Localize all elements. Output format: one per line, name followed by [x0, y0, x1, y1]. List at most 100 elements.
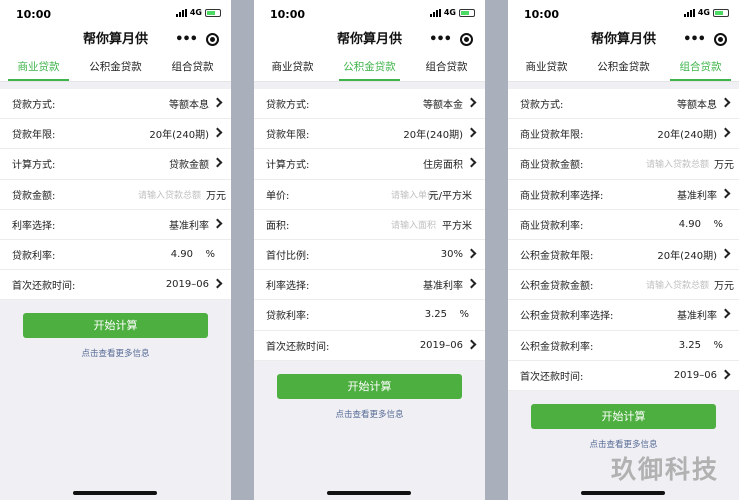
- form-row[interactable]: 贷款方式: 等额本息: [0, 89, 231, 120]
- chevron-right-icon: [466, 127, 477, 138]
- tab-provident-fund[interactable]: 公积金贷款: [77, 52, 154, 81]
- form-row[interactable]: 公积金贷款金额: 请输入贷款总额 万元: [508, 270, 739, 301]
- phone-screen-provident-fund: 10:00 4G 帮你算月供 ••• 商业贷款 公积金贷款 组合贷款 贷款方式: 等额本金 贷款年…: [254, 0, 485, 500]
- row-value: 基准利率: [677, 311, 717, 323]
- percent-label: %: [459, 309, 469, 321]
- more-icon[interactable]: •••: [683, 28, 706, 52]
- amount-input[interactable]: 请输入贷款总额: [646, 157, 709, 170]
- unit-label: 平方米: [442, 220, 472, 232]
- status-time: 10:00: [16, 8, 52, 21]
- form-row[interactable]: 贷款方式: 等额本息: [508, 89, 739, 120]
- form-row[interactable]: 公积金贷款年限: 20年(240期): [508, 240, 739, 271]
- close-target-icon[interactable]: [714, 33, 727, 46]
- phone-screen-commercial: 10:00 4G 帮你算月供 ••• 商业贷款 公积金贷款 组合贷款 贷款方式: 等额本息 贷款年…: [0, 0, 231, 500]
- home-indicator: [327, 491, 411, 495]
- row-label: 商业贷款利率:: [520, 220, 584, 232]
- row-value: 2019–06: [165, 279, 209, 291]
- form-row[interactable]: 商业贷款金额: 请输入贷款总额 万元: [508, 149, 739, 180]
- tab-provident-fund[interactable]: 公积金贷款: [331, 52, 408, 81]
- more-info-link[interactable]: 点击查看更多信息: [0, 347, 231, 359]
- form-row[interactable]: 利率选择: 基准利率: [0, 210, 231, 240]
- rate-input[interactable]: 4.90: [679, 219, 701, 230]
- form-row[interactable]: 贷款利率: 3.25%: [254, 300, 485, 331]
- row-value: 20年(240期): [149, 130, 209, 142]
- nav-bar: 帮你算月供 •••: [0, 28, 231, 52]
- tab-commercial[interactable]: 商业贷款: [254, 52, 331, 81]
- chevron-right-icon: [720, 248, 731, 259]
- form-row[interactable]: 公积金贷款利率: 3.25%: [508, 331, 739, 361]
- row-value: 20年(240期): [657, 251, 717, 263]
- row-value: 等额本息: [677, 100, 717, 112]
- chevron-right-icon: [720, 369, 731, 380]
- calculate-button[interactable]: 开始计算: [23, 313, 208, 339]
- status-bar: 10:00 4G: [508, 0, 739, 28]
- form-row[interactable]: 首次还款时间: 2019–06: [0, 270, 231, 301]
- loan-form: 贷款方式: 等额本息商业贷款年限: 20年(240期) 商业贷款金额: 请输入贷款总额万…: [508, 89, 739, 391]
- form-row[interactable]: 贷款金额: 请输入贷款总额 万元: [0, 180, 231, 210]
- tab-combined[interactable]: 组合贷款: [154, 52, 231, 81]
- chevron-right-icon: [466, 248, 477, 259]
- unit-label: 万元: [714, 281, 734, 293]
- tab-commercial[interactable]: 商业贷款: [508, 52, 585, 81]
- form-row[interactable]: 商业贷款利率: 4.90%: [508, 210, 739, 240]
- form-row[interactable]: 首次还款时间: 2019–06: [508, 361, 739, 391]
- tab-combined[interactable]: 组合贷款: [662, 52, 739, 81]
- row-value: 基准利率: [169, 220, 209, 232]
- rate-input[interactable]: 3.25: [425, 309, 447, 320]
- amount-input[interactable]: 请输入贷款总额: [138, 188, 201, 201]
- form-row[interactable]: 单价: 请输入单价 元/平方米: [254, 180, 485, 210]
- form-row[interactable]: 商业贷款年限: 20年(240期): [508, 119, 739, 150]
- chevron-right-icon: [212, 157, 223, 168]
- form-row[interactable]: 贷款年限: 20年(240期): [254, 119, 485, 150]
- row-label: 贷款方式:: [12, 100, 56, 112]
- home-indicator: [581, 491, 665, 495]
- rate-input[interactable]: 4.90: [171, 249, 193, 260]
- signal-icon: [175, 8, 187, 17]
- form-row[interactable]: 首次还款时间: 2019–06: [254, 331, 485, 361]
- row-value: 2019–06: [673, 369, 717, 381]
- amount-input[interactable]: 请输入面积: [391, 218, 436, 231]
- form-row[interactable]: 公积金贷款利率选择: 基准利率: [508, 300, 739, 331]
- calculate-button[interactable]: 开始计算: [277, 373, 462, 399]
- more-info-link[interactable]: 点击查看更多信息: [254, 408, 485, 420]
- row-value: 贷款金额: [169, 160, 209, 172]
- row-label: 贷款利率:: [12, 251, 56, 263]
- row-label: 利率选择:: [12, 220, 56, 232]
- chevron-right-icon: [720, 188, 731, 199]
- form-row[interactable]: 贷款年限: 20年(240期): [0, 119, 231, 150]
- actions: 开始计算点击查看更多信息: [254, 361, 485, 420]
- tab-combined[interactable]: 组合贷款: [408, 52, 485, 81]
- actions: 开始计算点击查看更多信息: [0, 300, 231, 359]
- close-target-icon[interactable]: [206, 33, 219, 46]
- row-value: 20年(240期): [403, 130, 463, 142]
- tab-provident-fund[interactable]: 公积金贷款: [585, 52, 662, 81]
- form-row[interactable]: 贷款利率: 4.90%: [0, 240, 231, 271]
- more-icon[interactable]: •••: [175, 28, 198, 52]
- more-info-link[interactable]: 点击查看更多信息: [508, 438, 739, 450]
- chevron-right-icon: [720, 127, 731, 138]
- close-target-icon[interactable]: [460, 33, 473, 46]
- amount-input[interactable]: 请输入贷款总额: [646, 278, 709, 291]
- row-value: 基准利率: [423, 281, 463, 293]
- more-icon[interactable]: •••: [429, 28, 452, 52]
- form-row[interactable]: 计算方式: 住房面积: [254, 149, 485, 180]
- row-label: 公积金贷款金额:: [520, 281, 594, 293]
- form-row[interactable]: 面积: 请输入面积 平方米: [254, 210, 485, 240]
- tab-commercial[interactable]: 商业贷款: [0, 52, 77, 81]
- form-row[interactable]: 首付比例: 30%: [254, 240, 485, 271]
- row-label: 贷款方式:: [266, 100, 310, 112]
- row-label: 贷款方式:: [520, 100, 564, 112]
- form-row[interactable]: 商业贷款利率选择: 基准利率: [508, 180, 739, 210]
- tab-bar: 商业贷款 公积金贷款 组合贷款: [0, 52, 231, 82]
- form-row[interactable]: 贷款方式: 等额本金: [254, 89, 485, 120]
- loan-form: 贷款方式: 等额本息 贷款年限: 20年(240期) 计算方式: 贷款金额 贷款金额: 请输入…: [0, 89, 231, 301]
- rate-input[interactable]: 3.25: [679, 340, 701, 351]
- form-row[interactable]: 利率选择: 基准利率: [254, 270, 485, 301]
- row-label: 首次还款时间:: [266, 341, 330, 353]
- calculate-button[interactable]: 开始计算: [531, 403, 716, 429]
- form-row[interactable]: 计算方式: 贷款金额: [0, 149, 231, 180]
- home-indicator: [73, 491, 157, 495]
- tab-bar: 商业贷款 公积金贷款 组合贷款: [254, 52, 485, 82]
- signal-icon: [683, 8, 695, 17]
